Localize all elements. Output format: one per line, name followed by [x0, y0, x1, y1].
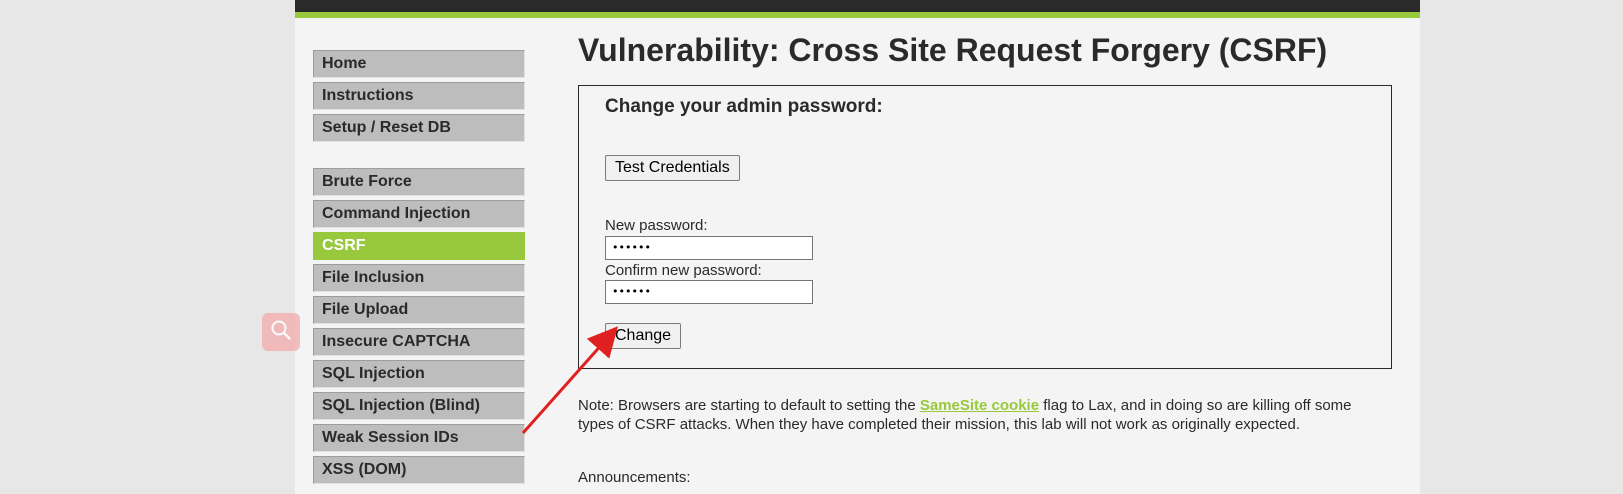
search-icon: [270, 319, 292, 346]
menu-item-insecure-captcha[interactable]: Insecure CAPTCHA: [313, 328, 525, 356]
header-bar: [295, 0, 1420, 12]
confirm-password-label: Confirm new password:: [605, 262, 762, 279]
menu-item-weak-session-ids[interactable]: Weak Session IDs: [313, 424, 525, 452]
form-heading: Change your admin password:: [605, 96, 883, 117]
confirm-password-field[interactable]: ••••••: [605, 280, 813, 304]
note-text-before: Note: Browsers are starting to default t…: [578, 397, 920, 414]
menu-item-sql-injection[interactable]: SQL Injection: [313, 360, 525, 388]
side-menu: Home Instructions Setup / Reset DB Brute…: [313, 50, 525, 488]
menu-item-csrf[interactable]: CSRF: [313, 232, 525, 260]
new-password-field[interactable]: ••••••: [605, 236, 813, 260]
menu-item-setup-reset-db[interactable]: Setup / Reset DB: [313, 114, 525, 142]
menu-spacer: [313, 146, 525, 168]
menu-item-brute-force[interactable]: Brute Force: [313, 168, 525, 196]
test-credentials-button[interactable]: Test Credentials: [605, 155, 740, 181]
menu-item-instructions[interactable]: Instructions: [313, 82, 525, 110]
header-accent-bar: [295, 12, 1420, 18]
search-overlay-button[interactable]: [262, 313, 300, 351]
menu-item-home[interactable]: Home: [313, 50, 525, 78]
csrf-form-panel: Change your admin password: Test Credent…: [578, 85, 1392, 369]
menu-item-command-injection[interactable]: Command Injection: [313, 200, 525, 228]
menu-item-file-inclusion[interactable]: File Inclusion: [313, 264, 525, 292]
page-container: Home Instructions Setup / Reset DB Brute…: [295, 0, 1420, 494]
menu-item-xss-dom[interactable]: XSS (DOM): [313, 456, 525, 484]
announcements-heading: Announcements:: [578, 469, 691, 486]
menu-item-sql-injection-blind[interactable]: SQL Injection (Blind): [313, 392, 525, 420]
samesite-cookie-link[interactable]: SameSite cookie: [920, 397, 1039, 414]
menu-item-file-upload[interactable]: File Upload: [313, 296, 525, 324]
change-button[interactable]: Change: [605, 323, 682, 349]
samesite-note: Note: Browsers are starting to default t…: [578, 396, 1388, 434]
new-password-label: New password:: [605, 217, 708, 234]
page-title: Vulnerability: Cross Site Request Forger…: [578, 32, 1328, 68]
